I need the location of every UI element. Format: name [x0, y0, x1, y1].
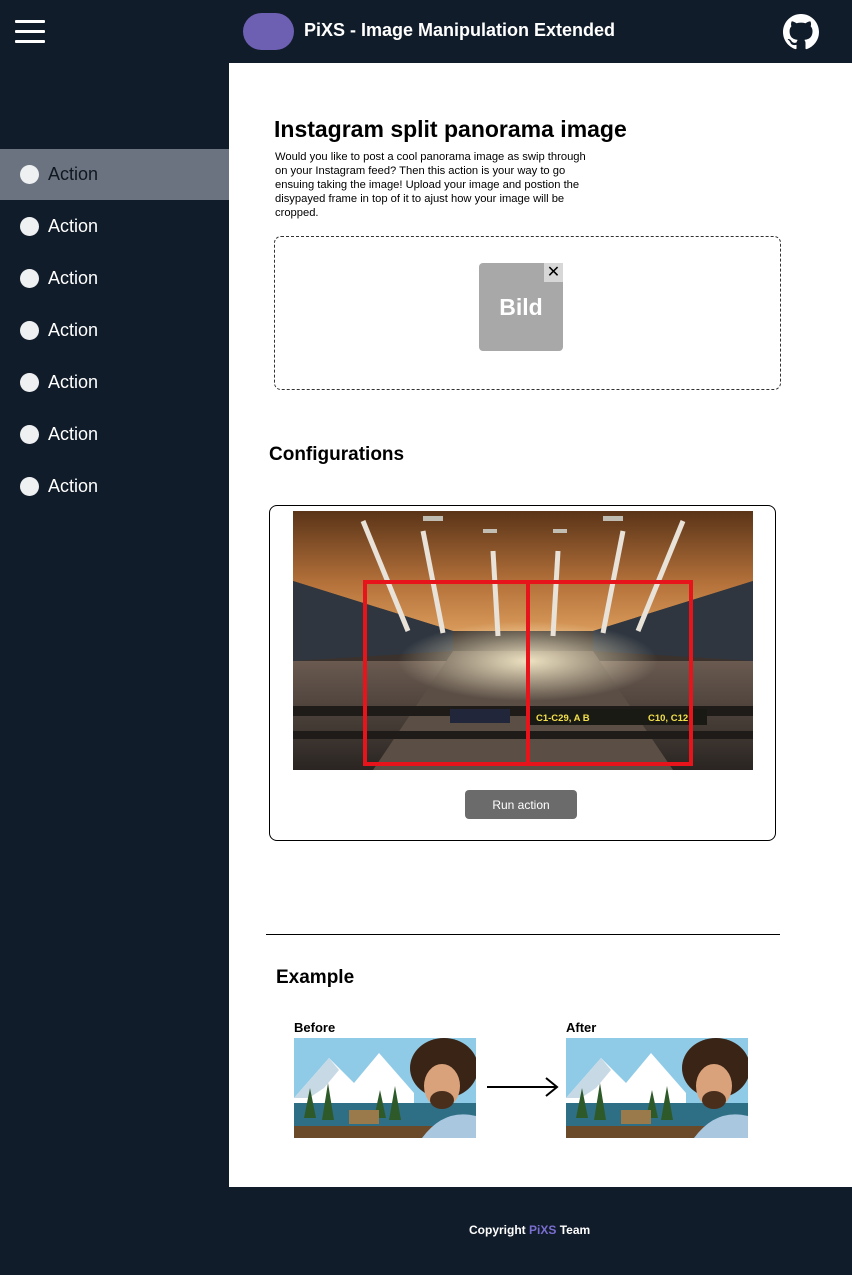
upload-dropzone[interactable]: Bild ✕ — [274, 236, 781, 390]
panorama-preview[interactable]: C1-C29, A B C10, C12 — [293, 511, 753, 770]
app-title: PiXS - Image Manipulation Extended — [304, 20, 616, 40]
sidebar-item-label: Action — [48, 372, 99, 392]
sidebar-item-action-1[interactable]: Action — [0, 149, 229, 200]
sidebar-item-label: Action — [48, 476, 99, 496]
configuration-card: C1-C29, A B C10, C12 Run action — [269, 505, 776, 841]
github-icon[interactable] — [783, 14, 819, 50]
section-divider — [266, 934, 780, 935]
main-content: Instagram split panorama image Would you… — [229, 63, 852, 1187]
hamburger-menu-icon[interactable] — [15, 20, 45, 44]
top-bar: PiXS - Image Manipulation Extended — [0, 0, 852, 63]
sidebar-item-action-6[interactable]: Action — [0, 409, 229, 460]
radio-dot-icon — [20, 217, 39, 236]
sign-text-1: C1-C29, A B — [536, 713, 590, 724]
sidebar-item-label: Action — [48, 268, 99, 288]
after-image — [566, 1038, 748, 1138]
sidebar-item-label: Action — [48, 216, 99, 236]
sidebar: Action Action Action Action Action Actio… — [0, 63, 229, 1187]
before-label: Before — [294, 1020, 336, 1035]
sidebar-item-action-4[interactable]: Action — [0, 305, 229, 356]
sidebar-item-label: Action — [48, 320, 99, 340]
radio-dot-icon — [20, 165, 39, 184]
sidebar-item-action-2[interactable]: Action — [0, 201, 229, 252]
sidebar-item-label: Action — [48, 164, 99, 184]
sidebar-item-label: Action — [48, 424, 99, 444]
sidebar-item-action-7[interactable]: Action — [0, 461, 229, 512]
after-label: After — [566, 1020, 597, 1035]
footer-brand[interactable]: PiXS — [529, 1223, 556, 1237]
radio-dot-icon — [20, 321, 39, 340]
app-logo — [243, 13, 294, 50]
footer-prefix: Copyright — [469, 1223, 526, 1237]
footer-suffix: Team — [559, 1223, 591, 1237]
sidebar-item-action-3[interactable]: Action — [0, 253, 229, 304]
configurations-heading: Configurations — [269, 444, 405, 465]
radio-dot-icon — [20, 477, 39, 496]
run-action-button[interactable]: Run action — [465, 790, 577, 819]
page-description: Would you like to post a cool panorama i… — [275, 151, 586, 219]
radio-dot-icon — [20, 373, 39, 392]
remove-image-icon[interactable]: ✕ — [544, 263, 563, 282]
radio-dot-icon — [20, 269, 39, 288]
radio-dot-icon — [20, 425, 39, 444]
footer-copyright: Copyright PiXS Team — [469, 1223, 590, 1237]
page-title: Instagram split panorama image — [274, 116, 627, 142]
before-image — [294, 1038, 476, 1138]
uploaded-image-thumbnail[interactable]: Bild ✕ — [479, 263, 563, 351]
example-heading: Example — [276, 967, 355, 988]
sign-text-2: C10, C12 — [648, 713, 688, 724]
sidebar-item-action-5[interactable]: Action — [0, 357, 229, 408]
arrow-right-icon — [487, 1077, 559, 1097]
thumbnail-label: Bild — [499, 293, 543, 320]
